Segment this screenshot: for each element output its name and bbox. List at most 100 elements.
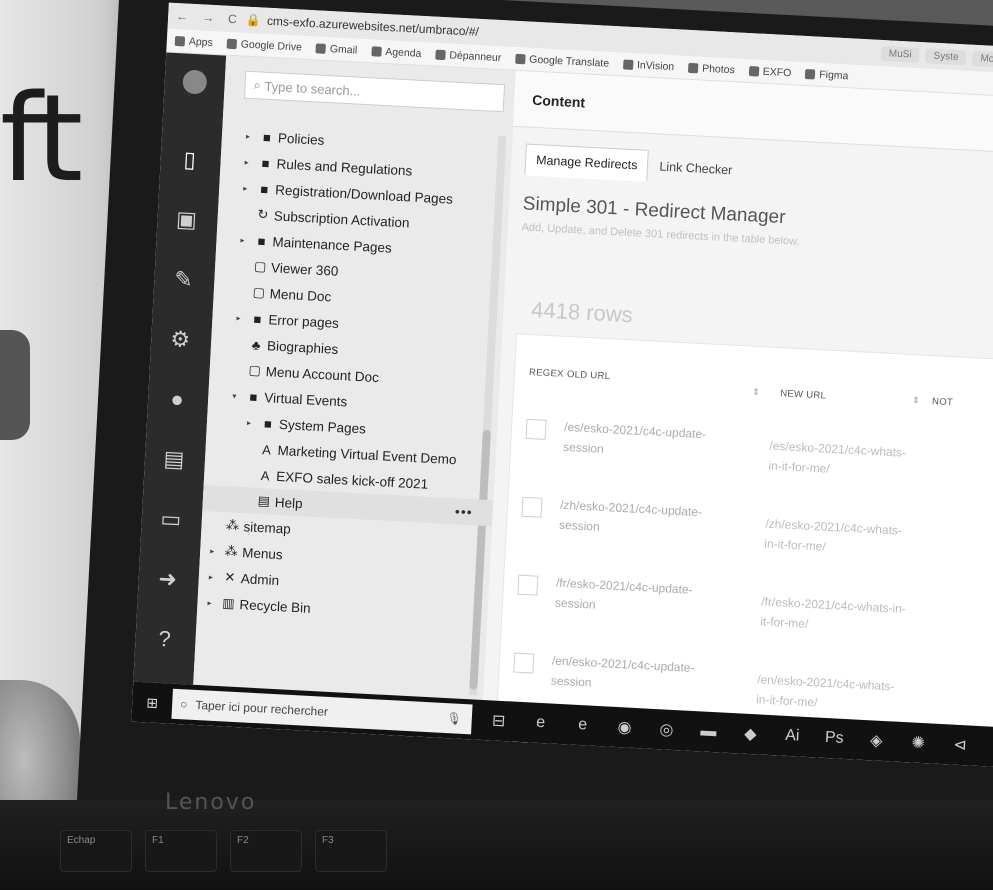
expand-arrow-icon[interactable]: ▸ xyxy=(246,131,256,141)
photoshop-icon[interactable]: Ps xyxy=(819,726,850,752)
task-view-icon[interactable]: ⊟ xyxy=(483,708,514,734)
sort-icon[interactable]: ⇕ xyxy=(912,395,920,406)
expand-arrow-icon[interactable] xyxy=(242,214,252,215)
media-section-icon[interactable]: ▣ xyxy=(172,205,201,234)
ie-icon[interactable]: e xyxy=(525,710,556,736)
bookmark-gmail[interactable]: Gmail xyxy=(315,42,358,57)
app-icon[interactable]: ◆ xyxy=(735,721,766,747)
expand-arrow-icon[interactable] xyxy=(244,474,254,475)
column-header-notes[interactable]: NOT xyxy=(932,396,954,408)
column-header-regex[interactable]: REGEX xyxy=(529,367,564,380)
expand-arrow-icon[interactable]: ▸ xyxy=(240,235,250,245)
app-icon[interactable]: ✺ xyxy=(903,730,934,756)
expand-arrow-icon[interactable] xyxy=(235,344,245,345)
old-url-cell: /zh/esko-2021/c4c-update-session xyxy=(558,497,703,534)
tree-node-icon: ↻ xyxy=(257,206,269,223)
back-icon[interactable]: ← xyxy=(176,9,189,24)
key-label: F3 xyxy=(322,835,334,846)
tree-node-icon: ⁂ xyxy=(224,543,239,559)
expand-arrow-icon[interactable]: ▸ xyxy=(247,418,257,428)
expand-arrow-icon[interactable] xyxy=(246,448,256,449)
firefox-icon[interactable]: ◉ xyxy=(609,715,640,741)
tree-item-label: Menus xyxy=(241,544,284,562)
regex-checkbox[interactable] xyxy=(513,652,535,674)
keyboard-key: F1 xyxy=(145,830,217,872)
slide-text-fragment: ft xyxy=(0,70,83,209)
members-icon[interactable]: ▤ xyxy=(159,445,188,474)
expand-arrow-icon[interactable]: ▸ xyxy=(244,157,254,167)
app-icon[interactable]: ◈ xyxy=(861,728,892,754)
regex-checkbox[interactable] xyxy=(521,496,543,518)
browser-nav: ← → C xyxy=(168,9,247,27)
reload-icon[interactable]: C xyxy=(228,12,237,26)
bookmark-depanneur[interactable]: Dépanneur xyxy=(435,48,502,64)
tab-link-checker[interactable]: Link Checker xyxy=(648,150,744,187)
regex-checkbox[interactable] xyxy=(517,574,539,596)
regex-checkbox[interactable] xyxy=(525,418,547,440)
tree-node-icon: ✕ xyxy=(224,569,236,585)
expand-arrow-icon[interactable] xyxy=(238,292,248,293)
bookmark-apps[interactable]: Apps xyxy=(174,34,213,48)
tree-item-label: Menu Doc xyxy=(269,285,332,304)
column-header-old-url[interactable]: OLD URL xyxy=(567,369,611,382)
expand-arrow-icon[interactable]: ▸ xyxy=(236,313,246,323)
content-section-icon[interactable]: ▯ xyxy=(175,145,204,174)
edge-icon[interactable]: e xyxy=(567,712,598,738)
gmail-icon xyxy=(315,42,327,54)
bookmark-google-translate[interactable]: Google Translate xyxy=(514,52,609,69)
tree-node-icon: ▢ xyxy=(248,362,262,378)
tree-node-icon: ⁂ xyxy=(225,517,240,533)
browser-tab[interactable]: Syste xyxy=(925,47,967,65)
new-url-cell: /en/esko-2021/c4c-whats-in-it-for-me/ xyxy=(755,672,895,710)
chrome-icon[interactable]: ◎ xyxy=(651,717,682,743)
expand-arrow-icon[interactable]: ▸ xyxy=(207,598,217,608)
bookmark-invision[interactable]: InVision xyxy=(622,58,674,73)
tree-item-label: EXFO sales kick-off 2021 xyxy=(275,468,429,492)
calendar-icon xyxy=(371,45,382,57)
tree-search-input[interactable]: ⌕ Type to search... xyxy=(243,70,506,113)
gear-icon[interactable]: ⚙ xyxy=(166,325,195,354)
bookmark-photos[interactable]: Photos xyxy=(687,61,735,76)
expand-arrow-icon[interactable] xyxy=(212,525,222,526)
bookmark-icon xyxy=(435,49,446,60)
forms-icon[interactable]: ▭ xyxy=(156,505,185,534)
redirect-arrow-icon[interactable]: ➜ xyxy=(153,565,182,594)
windows-start-icon[interactable]: ⊞ xyxy=(132,693,173,712)
tab-manage-redirects[interactable]: Manage Redirects xyxy=(524,143,650,182)
file-explorer-icon[interactable]: ▬ xyxy=(693,719,724,745)
tree-item-label: Help xyxy=(274,494,304,511)
expand-arrow-icon[interactable]: ▸ xyxy=(210,546,220,556)
tree-item-label: Menu Account Doc xyxy=(265,363,380,385)
figma-icon xyxy=(805,68,816,80)
settings-wrench-icon[interactable]: ✎ xyxy=(169,265,198,294)
umbraco-logo-icon[interactable] xyxy=(182,69,208,95)
bookmark-google-drive[interactable]: Google Drive xyxy=(226,37,302,53)
forward-icon[interactable]: → xyxy=(202,10,215,25)
user-icon[interactable]: ● xyxy=(162,385,191,414)
illustrator-icon[interactable]: Ai xyxy=(777,723,808,749)
folder-icon xyxy=(748,65,760,77)
new-url-cell: /zh/esko-2021/c4c-whats-in-it-for-me/ xyxy=(764,516,903,554)
column-header-new-url[interactable]: NEW URL xyxy=(780,388,826,401)
bookmark-label: Dépanneur xyxy=(449,48,502,64)
tree-node-icon: A xyxy=(261,441,272,458)
bookmark-exfo[interactable]: EXFO xyxy=(748,65,792,79)
bookmark-agenda[interactable]: Agenda xyxy=(371,45,422,59)
browser-tab[interactable]: MuSi xyxy=(880,45,920,63)
expand-arrow-icon[interactable] xyxy=(239,266,249,267)
bookmark-figma[interactable]: Figma xyxy=(805,68,849,82)
expand-arrow-icon[interactable] xyxy=(234,369,244,370)
microphone-icon[interactable]: 🎙 xyxy=(446,711,472,726)
browser-tab[interactable]: Mon xyxy=(972,50,993,68)
vscode-icon[interactable]: ⊲ xyxy=(945,732,976,758)
expand-arrow-icon[interactable] xyxy=(243,500,253,501)
content-panel: Content Manage Redirects Link Checker Si… xyxy=(482,70,993,768)
sort-icon[interactable]: ⇕ xyxy=(752,387,760,398)
more-actions-icon[interactable]: ••• xyxy=(455,503,474,520)
expand-arrow-icon[interactable]: ▸ xyxy=(243,183,253,193)
expand-arrow-icon[interactable]: ▾ xyxy=(232,391,242,401)
row-count: 4418 rows xyxy=(530,296,634,328)
help-icon[interactable]: ? xyxy=(150,625,179,654)
expand-arrow-icon[interactable]: ▸ xyxy=(209,572,219,582)
bookmark-label: Gmail xyxy=(329,42,358,57)
